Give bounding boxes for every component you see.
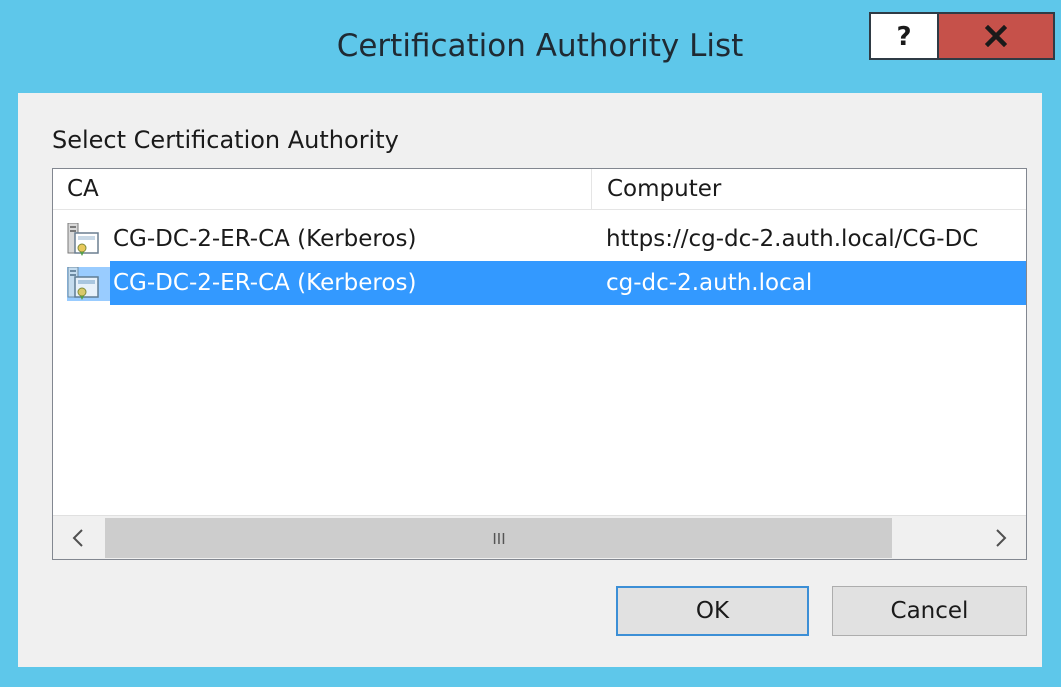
question-mark-icon: ? bbox=[896, 23, 911, 49]
svg-text:III: III bbox=[492, 531, 505, 545]
svg-text:?: ? bbox=[896, 23, 911, 49]
close-button[interactable] bbox=[939, 12, 1055, 60]
cancel-button[interactable]: Cancel bbox=[832, 586, 1027, 636]
column-header-ca[interactable]: CA bbox=[53, 169, 592, 209]
list-header: CA Computer bbox=[53, 169, 1026, 210]
chevron-left-icon bbox=[72, 529, 83, 547]
ca-name-cell: CG-DC-2-ER-CA (Kerberos) bbox=[113, 270, 417, 296]
column-header-computer[interactable]: Computer bbox=[592, 169, 1026, 209]
computer-cell: cg-dc-2.auth.local bbox=[606, 270, 813, 296]
ca-name-cell: CG-DC-2-ER-CA (Kerberos) bbox=[113, 226, 417, 252]
grip-icon: III bbox=[492, 531, 505, 545]
scroll-right-button[interactable] bbox=[976, 516, 1026, 559]
dialog-body: Select Certification Authority CA Comput… bbox=[18, 93, 1042, 667]
select-ca-label: Select Certification Authority bbox=[52, 126, 399, 154]
title-bar[interactable]: Certification Authority List ? bbox=[0, 0, 1061, 93]
table-row[interactable]: CG-DC-2-ER-CA (Kerberos) https://cg-dc-2… bbox=[53, 217, 1026, 261]
certificate-authority-icon bbox=[67, 267, 99, 300]
table-row[interactable]: CG-DC-2-ER-CA (Kerberos) cg-dc-2.auth.lo… bbox=[53, 261, 1026, 305]
ca-list-view[interactable]: CA Computer CG-DC-2-ER-CA (Kerberos) htt… bbox=[52, 168, 1027, 560]
horizontal-scrollbar[interactable]: III bbox=[53, 515, 1026, 559]
scroll-left-button[interactable] bbox=[53, 516, 103, 559]
computer-cell: https://cg-dc-2.auth.local/CG-DC bbox=[606, 226, 979, 252]
dialog-window: Certification Authority List ? Select Ce… bbox=[0, 0, 1061, 687]
certificate-authority-icon bbox=[67, 223, 99, 256]
ok-button[interactable]: OK bbox=[616, 586, 809, 636]
close-icon bbox=[985, 25, 1007, 47]
scroll-thumb[interactable]: III bbox=[105, 518, 892, 558]
chevron-right-icon bbox=[996, 529, 1007, 547]
help-button[interactable]: ? bbox=[869, 12, 939, 60]
